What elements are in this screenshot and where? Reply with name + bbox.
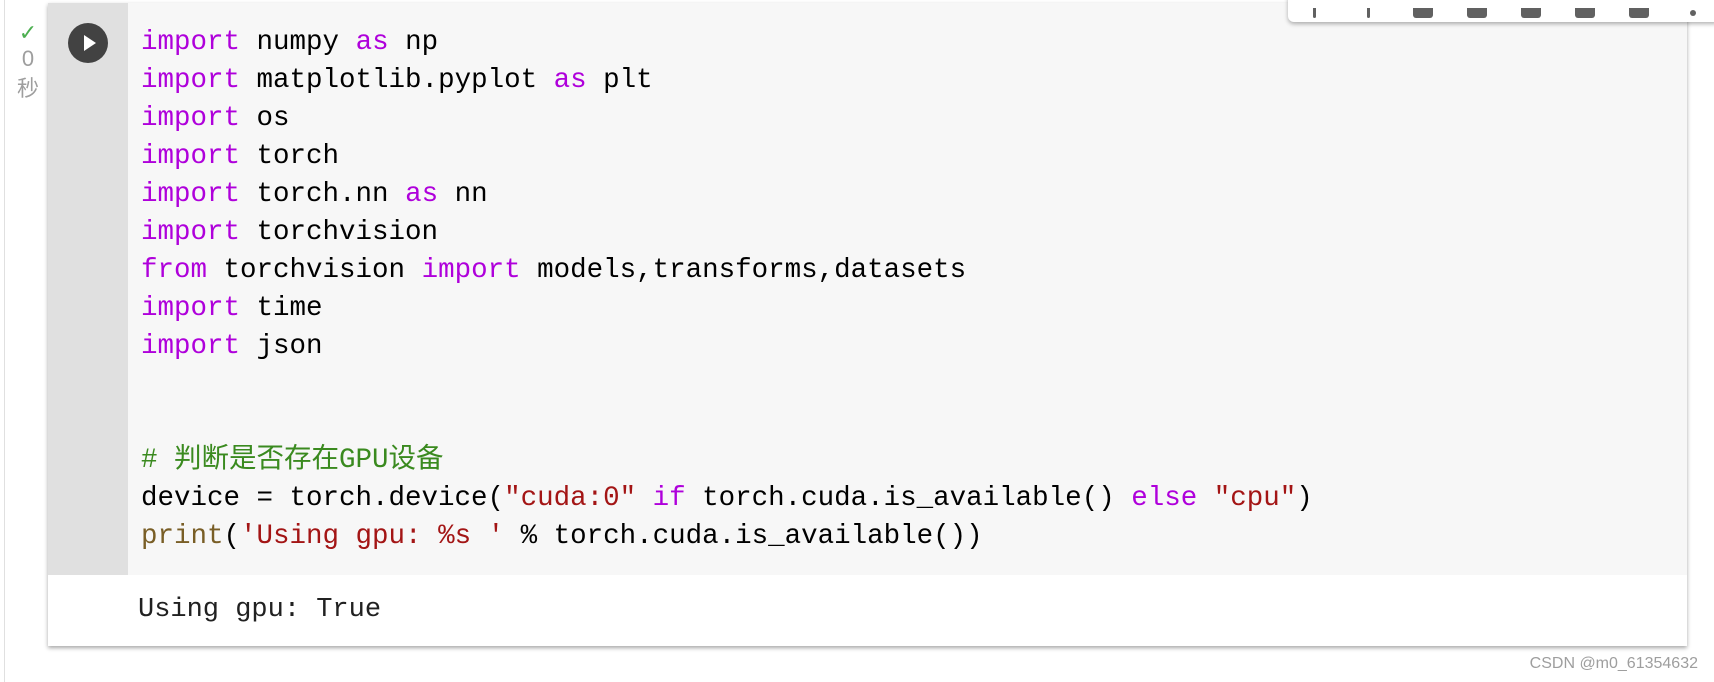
code-line: import os (141, 100, 1313, 138)
delete-icon[interactable] (1626, 8, 1652, 22)
left-border (4, 0, 5, 682)
code-token: json (240, 331, 323, 362)
code-token: import (141, 141, 241, 172)
link-icon[interactable] (1410, 8, 1436, 22)
code-token: torchvision (207, 255, 422, 286)
code-token: torchvision (240, 217, 439, 248)
code-line: from torchvision import models,transform… (141, 252, 1313, 290)
code-token: os (240, 103, 290, 134)
code-token: torch.cuda.is_available() (685, 483, 1132, 514)
run-cell-button[interactable] (68, 23, 108, 63)
code-token: else (1131, 483, 1198, 514)
comment-icon[interactable] (1464, 8, 1490, 22)
code-token: plt (586, 65, 653, 96)
arrow-down-icon[interactable] (1356, 8, 1382, 22)
code-line: import torch.nn as nn (141, 176, 1313, 214)
code-token: "cpu" (1213, 483, 1297, 514)
code-token: numpy (240, 27, 356, 58)
code-token: torch (240, 141, 340, 172)
code-token: as (553, 65, 587, 96)
code-token: from (141, 255, 208, 286)
code-line: import torch (141, 138, 1313, 176)
code-line: import matplotlib.pyplot as plt (141, 62, 1313, 100)
checkmark-icon: ✓ (18, 20, 38, 45)
more-vert-icon[interactable] (1680, 8, 1706, 22)
code-line: print('Using gpu: %s ' % torch.cuda.is_a… (141, 518, 1313, 556)
code-token: device = torch.device( (141, 483, 505, 514)
code-token: % torch.cuda.is_available()) (504, 521, 983, 552)
code-token: as (355, 27, 389, 58)
gear-icon[interactable] (1518, 8, 1544, 22)
code-token: models,transforms,datasets (520, 255, 967, 286)
code-token: if (652, 483, 686, 514)
code-line: import json (141, 328, 1313, 366)
code-token: as (405, 179, 439, 210)
code-token: import (141, 217, 241, 248)
code-token: import (141, 179, 241, 210)
execution-status: ✓ 0 秒 (10, 22, 46, 104)
code-line: import time (141, 290, 1313, 328)
watermark: CSDN @m0_61354632 (1529, 655, 1698, 672)
code-token: nn (438, 179, 488, 210)
cell-gutter (48, 3, 128, 575)
code-token: 'Using gpu: %s ' (240, 521, 505, 552)
code-token: import (141, 65, 241, 96)
code-lines[interactable]: import numpy as np import matplotlib.pypl… (141, 24, 1313, 556)
code-token: np (388, 27, 439, 58)
code-line: device = torch.device("cuda:0" if torch.… (141, 480, 1313, 518)
code-token: import (141, 293, 241, 324)
code-token: # 判断是否存在GPU设备 (141, 445, 444, 476)
code-token: import (141, 27, 241, 58)
code-token: matplotlib.pyplot (240, 65, 554, 96)
code-token: ( (223, 521, 241, 552)
code-line: # 判断是否存在GPU设备 (141, 442, 1313, 480)
cell-toolbar (1288, 0, 1714, 22)
execution-unit: 秒 (16, 76, 39, 101)
code-line: import torchvision (141, 214, 1313, 252)
cell-output: Using gpu: True (138, 595, 382, 625)
execution-duration: 0 (21, 46, 35, 71)
code-cell[interactable]: import numpy as np import matplotlib.pypl… (48, 0, 1714, 646)
code-token: time (240, 293, 323, 324)
arrow-up-icon[interactable] (1302, 8, 1328, 22)
code-token: import (141, 331, 241, 362)
code-token: torch.nn (240, 179, 406, 210)
code-token: ) (1296, 483, 1313, 514)
mirror-cell-icon[interactable] (1572, 8, 1598, 22)
code-token: import (421, 255, 521, 286)
code-token: import (141, 103, 241, 134)
code-token: print (141, 521, 224, 552)
code-token: "cuda:0" (504, 483, 637, 514)
code-line: import numpy as np (141, 24, 1313, 62)
code-editor[interactable]: import numpy as np import matplotlib.pypl… (128, 3, 1687, 575)
